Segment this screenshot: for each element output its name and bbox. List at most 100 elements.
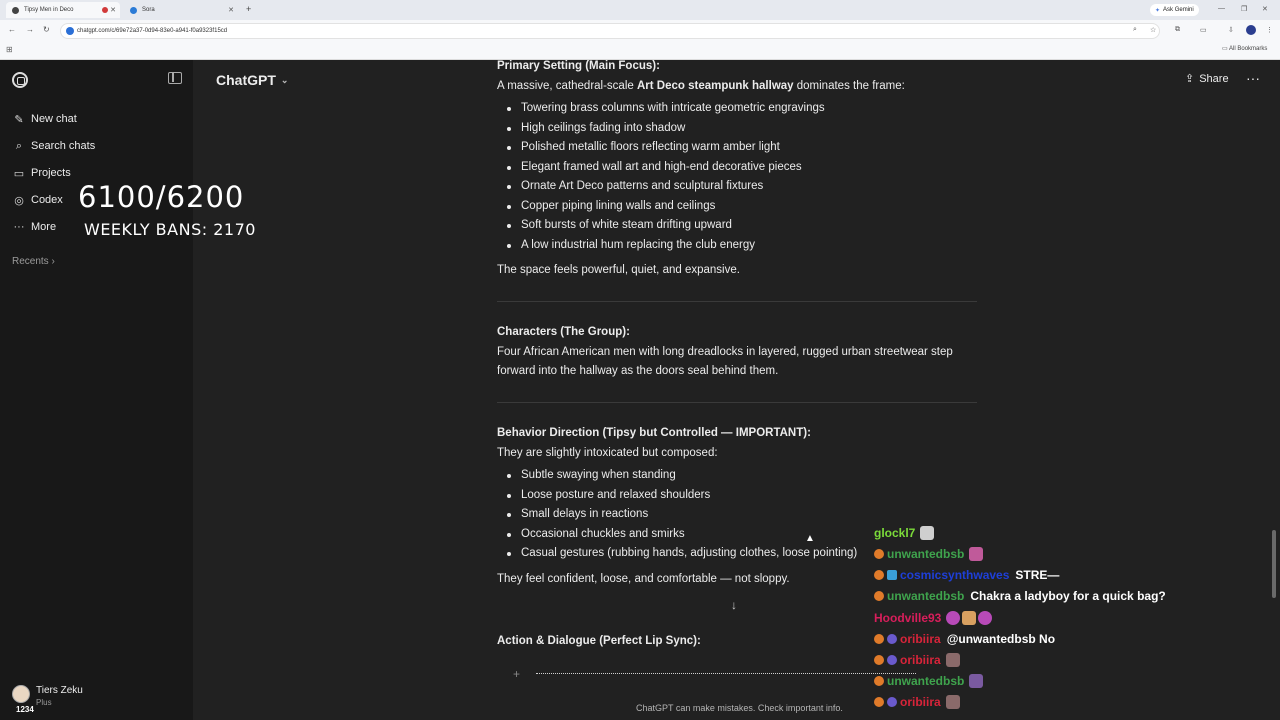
sidebar-item-codex[interactable]: ◎ Codex (12, 190, 63, 210)
address-bar[interactable]: chatgpt.com/c/69e72a37-0d94-83e0-a941-f0… (60, 23, 1160, 39)
sidebar-item-label: Codex (31, 194, 63, 206)
paragraph: Four African American men with long drea… (497, 346, 953, 358)
badge-icon (874, 676, 884, 686)
list-item: Subtle swaying when standing (507, 469, 676, 481)
section-heading: Characters (The Group): (497, 326, 630, 338)
search-icon: ⌕ (15, 139, 23, 152)
sidebar-item-more[interactable]: ··· More (12, 217, 57, 237)
share-label: Share (1199, 72, 1229, 85)
new-tab-button[interactable]: + (246, 4, 251, 14)
chat-line: unwantedbsb Chakra a ladyboy for a quick… (874, 587, 1166, 605)
back-icon[interactable]: ← (8, 25, 16, 34)
emote-icon (969, 547, 984, 561)
apps-grid-icon[interactable]: ⊞ (6, 45, 13, 54)
ask-gemini-label: Ask Gemini (1163, 7, 1194, 13)
badge-icon (874, 634, 884, 644)
sidebar-toggle-icon[interactable] (168, 72, 182, 84)
sidebar-item-search-chats[interactable]: ⌕ Search chats (12, 136, 95, 156)
badge-icon (887, 697, 897, 707)
divider (497, 301, 977, 302)
browser-menu-icon[interactable]: ⋮ (1266, 26, 1273, 34)
window-close-icon[interactable]: ✕ (1262, 5, 1268, 13)
overlay-counter: 6100/6200 (78, 180, 245, 214)
ask-gemini-button[interactable]: ✦ Ask Gemini (1150, 4, 1199, 16)
chat-username: cosmicsynthwaves (900, 568, 1010, 582)
forward-icon[interactable]: → (26, 25, 34, 34)
chat-line: Hoodville93 (874, 609, 993, 627)
conversation-options-icon[interactable]: ··· (1246, 70, 1260, 86)
overlay-weekly-bans: WEEKLY BANS: 2170 (84, 220, 256, 239)
badge-icon (874, 570, 884, 580)
user-profile[interactable]: Tiers Zeku Plus 1234 (12, 685, 83, 714)
avatar (12, 685, 30, 703)
edit-icon: ✎ (14, 113, 24, 126)
intro-bold: Art Deco steampunk hallway (636, 80, 794, 92)
close-icon[interactable]: ✕ (110, 6, 116, 14)
sidebar-item-projects[interactable]: ▭ Projects (12, 163, 71, 183)
scrollbar[interactable] (1272, 530, 1276, 598)
list-item: Soft bursts of white steam drifting upwa… (507, 219, 732, 231)
chat-username: unwantedbsb (887, 589, 965, 603)
chat-username: oribiira (900, 695, 941, 709)
extension-icon[interactable]: ⧉ (1175, 26, 1180, 34)
sidepanel-icon[interactable]: ▭ (1200, 26, 1207, 34)
badge-icon (887, 634, 897, 644)
section-heading: Behavior Direction (Tipsy but Controlled… (497, 427, 811, 439)
sidebar-item-label: Projects (31, 167, 71, 179)
emote-icon (920, 526, 935, 540)
list-item: Ornate Art Deco patterns and sculptural … (506, 180, 764, 192)
intro-text: dominates the frame: (793, 80, 905, 92)
badge-icon (874, 655, 884, 665)
add-attachment-icon[interactable]: + (513, 667, 520, 681)
chat-message: Chakra a ladyboy for a quick bag? (970, 589, 1166, 603)
reload-icon[interactable]: ↻ (43, 25, 50, 34)
bookmark-star-icon[interactable]: ☆ (1150, 26, 1156, 34)
tab-sora[interactable]: Sora ✕ (124, 2, 238, 18)
section-heading: Action & Dialogue (Perfect Lip Sync): (497, 635, 701, 647)
composer-input[interactable] (536, 673, 916, 674)
chat-username: oribiira (900, 632, 941, 646)
sidebar-item-new-chat[interactable]: ✎ New chat (12, 109, 76, 129)
all-bookmarks-label: All Bookmarks (1229, 46, 1268, 52)
share-button[interactable]: ⇪ Share (1185, 72, 1229, 86)
tab-label: Tipsy Men in Deco (24, 7, 74, 13)
list-item: Small delays in reactions (506, 508, 649, 520)
list-item: A low industrial hum replacing the club … (507, 239, 755, 251)
emote-icon (945, 653, 960, 667)
page-title: ChatGPT (216, 72, 276, 88)
badge-icon (874, 549, 884, 559)
divider (497, 402, 977, 403)
download-icon[interactable]: ⇩ (1228, 26, 1234, 34)
list-item: Elegant framed wall art and high-end dec… (507, 161, 802, 173)
zoom-icon[interactable]: ⌕ (1133, 26, 1137, 34)
all-bookmarks-button[interactable]: ▭ All Bookmarks (1222, 45, 1267, 52)
recording-icon (102, 7, 108, 13)
tab-tipsy-men[interactable]: Tipsy Men in Deco ✕ (6, 2, 120, 18)
chat-line: oribiira (874, 693, 960, 711)
section-closing: They feel confident, loose, and comforta… (497, 573, 790, 585)
list-item: Copper piping lining walls and ceilings (506, 200, 716, 212)
restore-icon[interactable]: ❐ (1241, 5, 1247, 13)
model-selector[interactable]: ChatGPT ⌄ (216, 72, 288, 88)
folder-icon: ▭ (13, 167, 25, 180)
section-intro: A massive, cathedral-scale Art Deco stea… (497, 80, 905, 92)
chat-username: glockl7 (874, 526, 916, 540)
openai-logo-icon[interactable] (12, 72, 28, 88)
close-icon[interactable]: ✕ (228, 6, 234, 14)
paragraph: forward into the hallway as the doors se… (497, 365, 779, 377)
share-icon: ⇪ (1185, 73, 1195, 85)
profile-avatar[interactable] (1246, 25, 1256, 35)
scroll-down-icon[interactable]: ↓ (731, 598, 737, 612)
toolbar: ← → ↻ chatgpt.com/c/69e72a37-0d94-83e0-a… (0, 21, 1280, 41)
recents-label: Recents (12, 256, 49, 267)
minimize-icon[interactable]: — (1218, 5, 1225, 12)
site-info-icon[interactable] (66, 27, 74, 35)
sidebar: ✎ New chat ⌕ Search chats ▭ Projects ◎ C… (0, 60, 193, 720)
tab-label: Sora (142, 7, 155, 13)
sidebar-item-label: More (31, 221, 57, 233)
chat-line: glockl7 (874, 524, 935, 542)
user-name: Tiers Zeku (36, 685, 83, 696)
recents-toggle[interactable]: Recents › (12, 256, 55, 267)
emote-icon (946, 611, 961, 625)
list-item: Polished metallic floors reflecting warm… (507, 141, 780, 153)
